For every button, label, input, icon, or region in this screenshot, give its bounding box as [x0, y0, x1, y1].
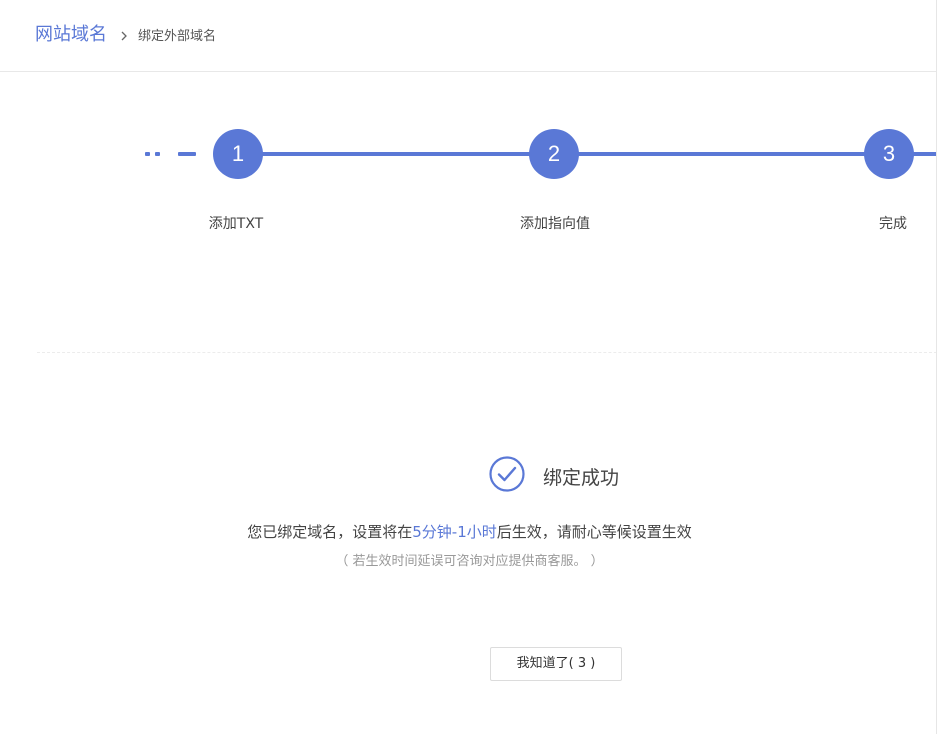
step-line [554, 152, 890, 156]
step-2-label: 添加指向值 [520, 216, 590, 232]
step-3-circle: 3 [864, 129, 914, 179]
breadcrumb-current: 绑定外部域名 [138, 29, 217, 44]
chevron-right-icon [121, 31, 127, 41]
step-line-dot [145, 152, 150, 156]
message-text-after: 后生效，请耐心等候设置生效 [496, 523, 692, 541]
success-message: 您已绑定域名，设置将在5分钟-1小时后生效，请耐心等候设置生效 [0, 521, 939, 543]
page: 网站域名 绑定外部域名 1 2 3 添加TXT 添加指向值 完成 绑定成功 您已… [0, 0, 939, 734]
delay-note: （ 若生效时间延误可咨询对应提供商客服。 ） [335, 554, 604, 569]
check-circle-icon [489, 456, 525, 492]
step-progress: 1 2 3 添加TXT 添加指向值 完成 [0, 120, 939, 240]
step-2-circle: 2 [529, 129, 579, 179]
acknowledge-button[interactable]: 我知道了( 3 ) [490, 647, 622, 681]
message-time-highlight: 5分钟-1小时 [412, 523, 497, 541]
breadcrumb-root-link[interactable]: 网站域名 [35, 22, 107, 48]
step-1-circle: 1 [213, 129, 263, 179]
header: 网站域名 绑定外部域名 [0, 0, 937, 72]
right-border [936, 0, 937, 734]
step-1-label: 添加TXT [208, 216, 264, 232]
message-text-before: 您已绑定域名，设置将在 [247, 523, 413, 541]
step-line [236, 152, 554, 156]
divider [37, 352, 937, 353]
step-line-dot [155, 152, 160, 156]
step-3-label: 完成 [879, 216, 907, 232]
success-title: 绑定成功 [543, 467, 620, 489]
step-line-dash [178, 152, 196, 156]
